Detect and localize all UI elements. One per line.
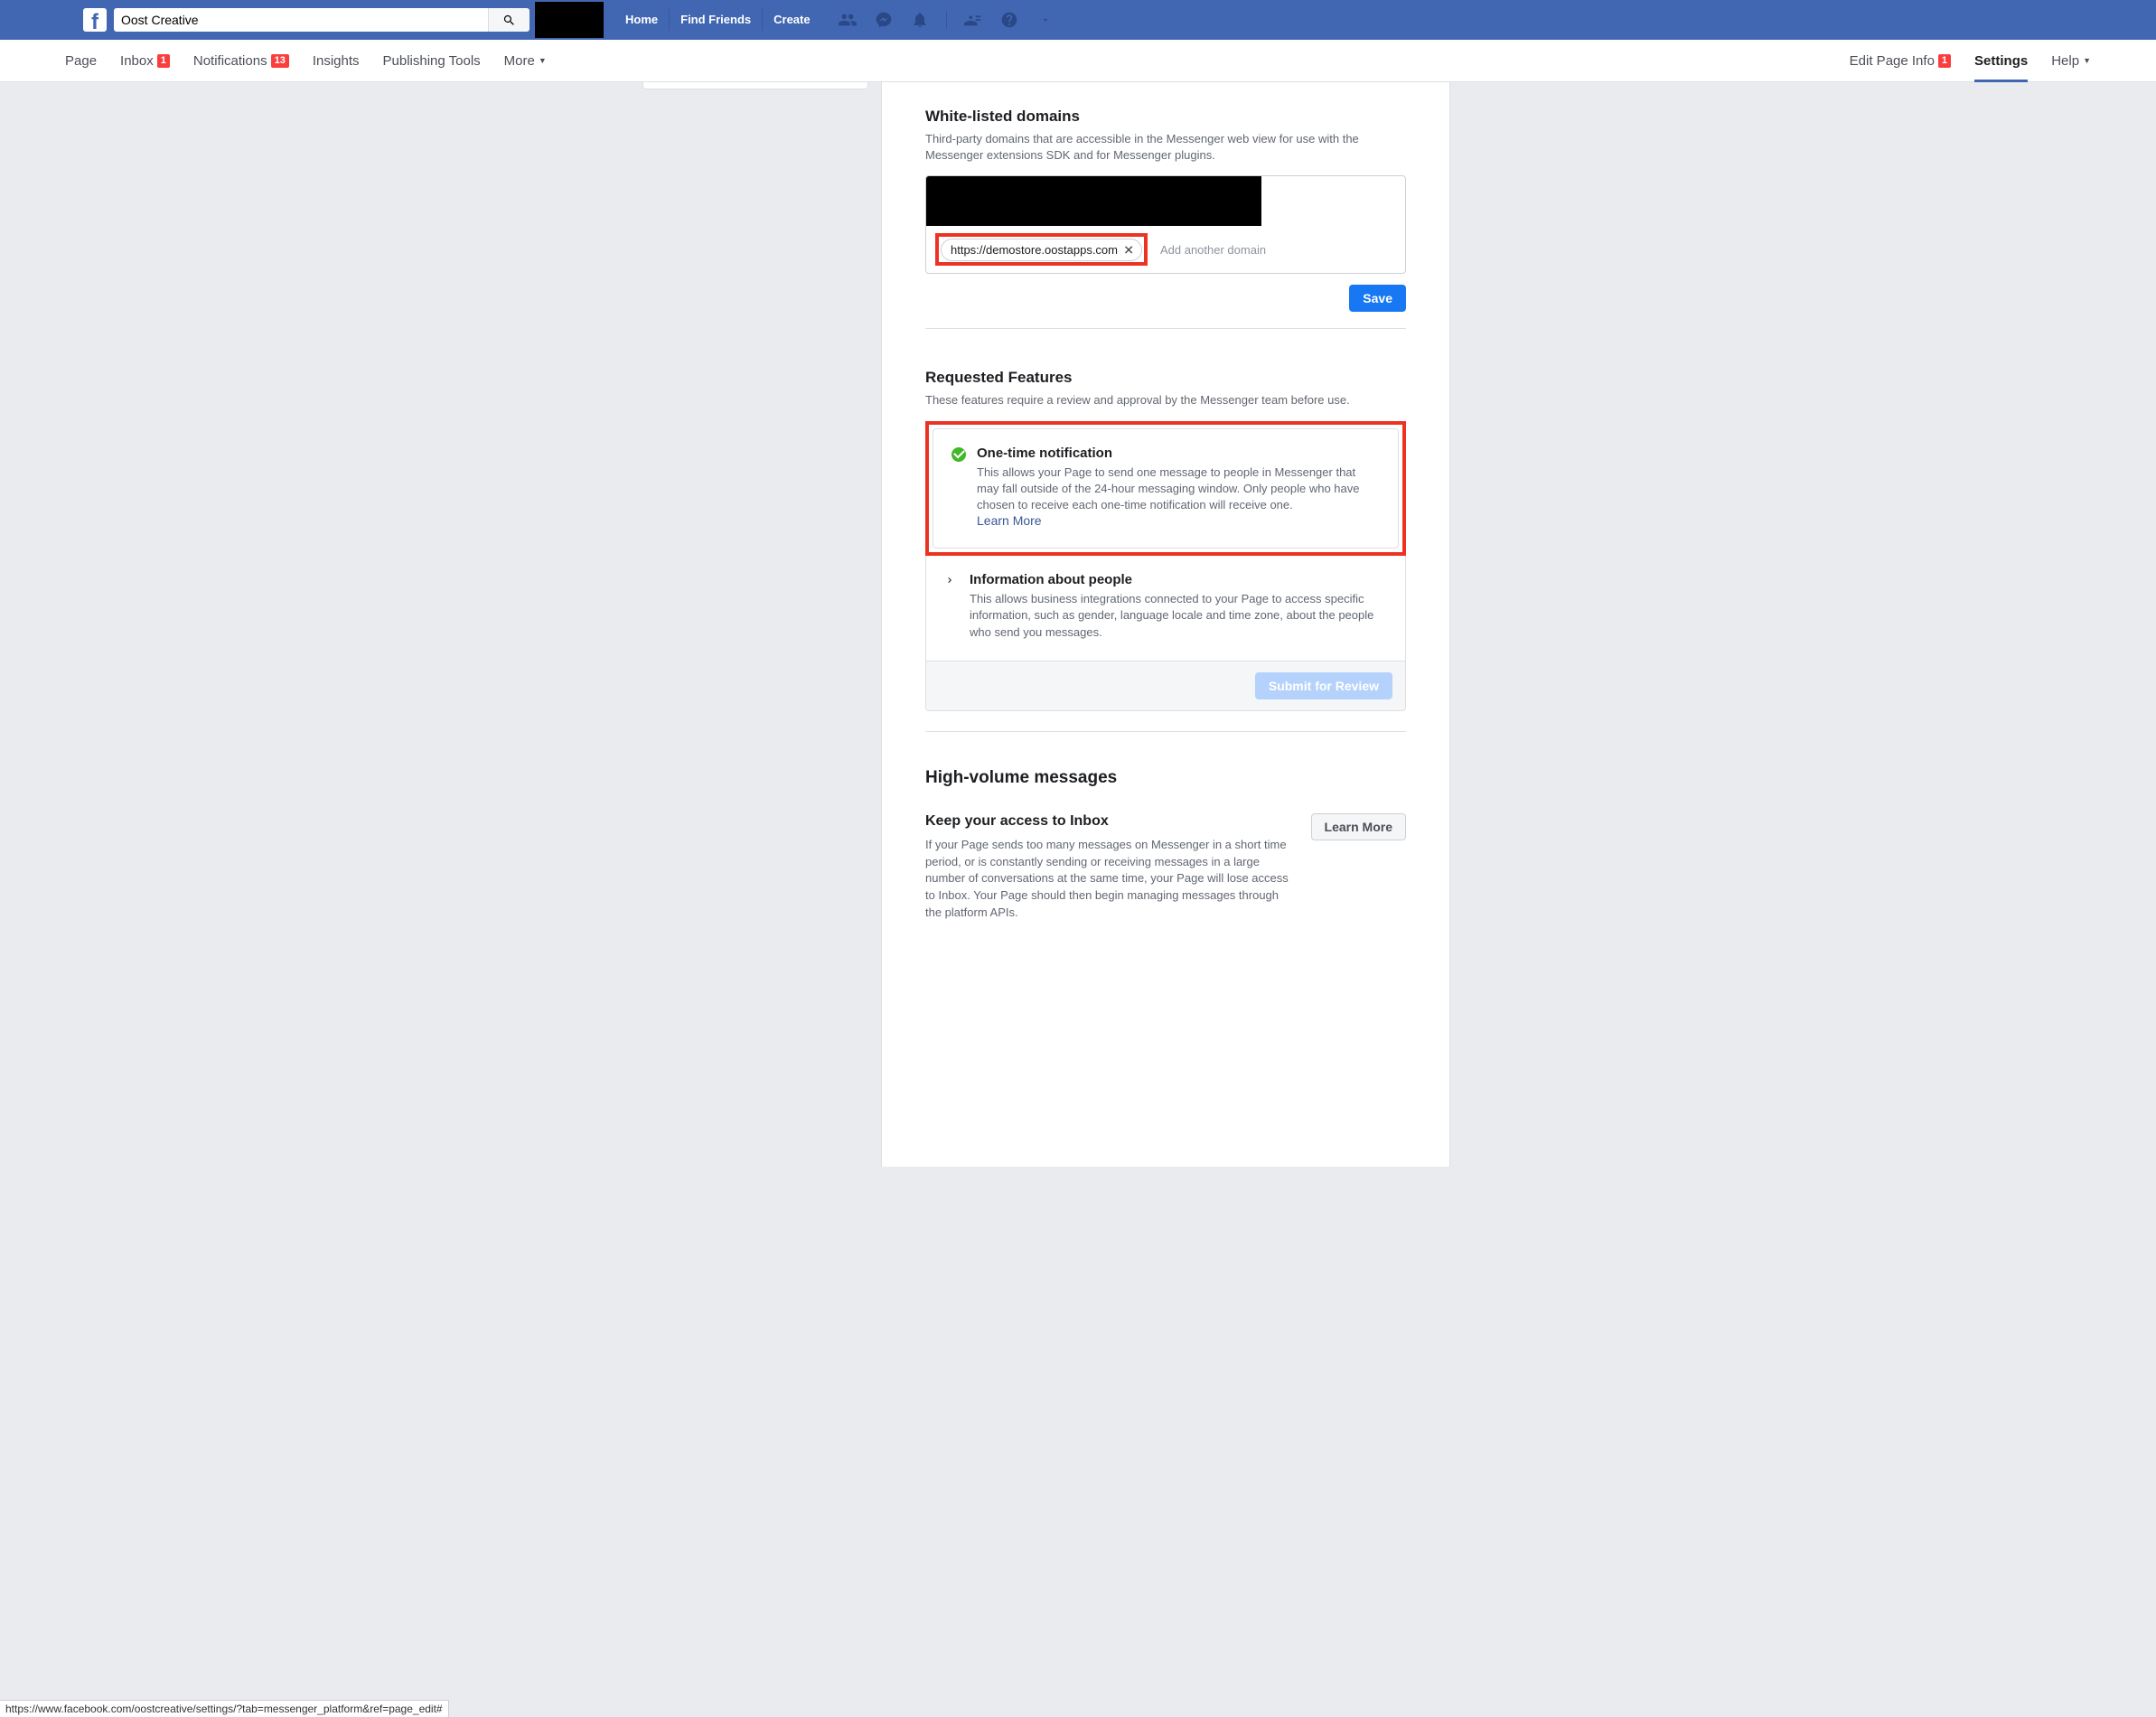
tab-publishing-tools[interactable]: Publishing Tools xyxy=(383,40,481,82)
requested-title: Requested Features xyxy=(925,369,1406,387)
feature-title: One-time notification xyxy=(977,446,1380,461)
highlight-box: https://demostore.oostapps.com ✕ xyxy=(935,233,1148,266)
inbox-badge: 1 xyxy=(157,54,170,68)
feature-desc: This allows business integrations connec… xyxy=(970,591,1387,641)
hv-subtitle: Keep your access to Inbox xyxy=(925,813,1293,830)
feature-card-2: Information about people This allows bus… xyxy=(925,556,1406,661)
tab-more-label: More xyxy=(504,53,535,69)
tab-help-label: Help xyxy=(2051,53,2079,69)
settings-content: White-listed domains Third-party domains… xyxy=(881,82,1450,1167)
nav-create[interactable]: Create xyxy=(762,9,820,31)
top-icons xyxy=(838,10,1055,30)
feature-footer: Submit for Review xyxy=(925,661,1406,711)
chevron-right-icon xyxy=(944,574,959,641)
requested-desc: These features require a review and appr… xyxy=(925,392,1406,408)
search-button[interactable] xyxy=(488,8,530,32)
domain-chip[interactable]: https://demostore.oostapps.com ✕ xyxy=(941,239,1142,261)
tab-notifications[interactable]: Notifications 13 xyxy=(193,40,289,82)
tab-help[interactable]: Help ▼ xyxy=(2051,40,2091,82)
save-button[interactable]: Save xyxy=(1349,285,1406,312)
add-domain-input[interactable]: Add another domain xyxy=(1160,243,1266,257)
nav-home[interactable]: Home xyxy=(614,9,669,31)
redacted-profile-area xyxy=(535,2,604,38)
top-links: Home Find Friends Create xyxy=(614,9,821,31)
high-volume-section: High-volume messages Keep your access to… xyxy=(925,768,1406,922)
feature-one-time-notification[interactable]: One-time notification This allows your P… xyxy=(933,429,1398,549)
chevron-down-icon: ▼ xyxy=(2083,56,2091,65)
divider xyxy=(925,731,1406,732)
search-input[interactable] xyxy=(114,8,488,32)
remove-domain-icon[interactable]: ✕ xyxy=(1123,242,1134,258)
notifications-badge: 13 xyxy=(271,54,289,68)
search-icon xyxy=(502,14,516,27)
nav-find-friends[interactable]: Find Friends xyxy=(669,9,762,31)
messenger-icon[interactable] xyxy=(874,10,894,30)
learn-more-button[interactable]: Learn More xyxy=(1311,813,1406,840)
feature-desc: This allows your Page to send one messag… xyxy=(977,464,1380,514)
domain-row: https://demostore.oostapps.com ✕ Add ano… xyxy=(926,226,1405,273)
feature-information-about-people[interactable]: Information about people This allows bus… xyxy=(926,556,1405,661)
account-menu-icon[interactable] xyxy=(1036,10,1055,30)
status-bar-url: https://www.facebook.com/oostcreative/se… xyxy=(0,1700,449,1717)
tab-notifications-label: Notifications xyxy=(193,53,267,69)
notifications-icon[interactable] xyxy=(910,10,930,30)
tab-edit-page-info[interactable]: Edit Page Info 1 xyxy=(1850,40,1951,82)
submit-for-review-button[interactable]: Submit for Review xyxy=(1255,672,1392,699)
hv-title: High-volume messages xyxy=(925,768,1406,788)
page-nav: Page Inbox 1 Notifications 13 Insights P… xyxy=(0,40,2156,82)
tab-more[interactable]: More ▼ xyxy=(504,40,547,82)
topbar: f Home Find Friends Create xyxy=(0,0,2156,40)
domain-chip-label: https://demostore.oostapps.com xyxy=(951,243,1118,257)
tab-inbox-label: Inbox xyxy=(120,53,154,69)
quick-help-icon[interactable] xyxy=(963,10,983,30)
hv-desc: If your Page sends too many messages on … xyxy=(925,837,1293,922)
edit-page-badge: 1 xyxy=(1938,54,1951,68)
tab-settings[interactable]: Settings xyxy=(1974,40,2028,82)
tab-page[interactable]: Page xyxy=(65,40,97,82)
main: White-listed domains Third-party domains… xyxy=(0,82,2156,1167)
friend-requests-icon[interactable] xyxy=(838,10,858,30)
feature-highlight: One-time notification This allows your P… xyxy=(925,421,1406,557)
tab-edit-page-info-label: Edit Page Info xyxy=(1850,53,1935,69)
tab-inbox[interactable]: Inbox 1 xyxy=(120,40,170,82)
whitelist-title: White-listed domains xyxy=(925,108,1406,126)
feature-title: Information about people xyxy=(970,572,1387,587)
whitelist-desc: Third-party domains that are accessible … xyxy=(925,131,1406,163)
whitelist-box: https://demostore.oostapps.com ✕ Add ano… xyxy=(925,175,1406,274)
divider xyxy=(946,11,947,29)
feature-card-1: One-time notification This allows your P… xyxy=(933,428,1399,549)
search-wrap xyxy=(114,8,530,32)
tab-insights[interactable]: Insights xyxy=(313,40,360,82)
left-card-fragment xyxy=(642,82,868,89)
chevron-down-icon: ▼ xyxy=(539,56,547,65)
help-icon[interactable] xyxy=(999,10,1019,30)
facebook-logo[interactable]: f xyxy=(83,8,107,32)
learn-more-link[interactable]: Learn More xyxy=(977,513,1380,528)
right-gutter xyxy=(1450,82,1568,1167)
left-col xyxy=(588,82,868,1167)
divider xyxy=(925,328,1406,329)
redacted-domain-row xyxy=(926,176,1261,226)
status-approved-icon xyxy=(951,447,966,529)
